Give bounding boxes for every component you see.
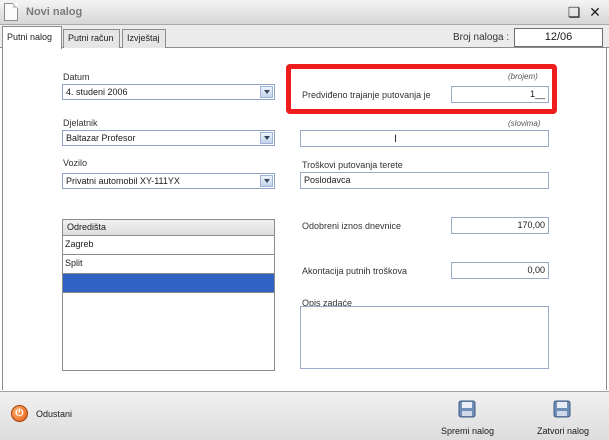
document-icon [4, 3, 18, 21]
floppy-disk-icon [553, 400, 571, 418]
costs-label: Troškovi putovanja terete [302, 160, 403, 170]
restore-icon[interactable]: ❏ [566, 4, 582, 20]
task-description-input[interactable] [300, 306, 549, 369]
date-picker[interactable]: 4. studeni 2006 [62, 84, 275, 100]
words-hint: (slovima) [508, 119, 541, 128]
chevron-down-icon[interactable] [260, 175, 273, 187]
employee-label: Djelatnik [63, 118, 98, 128]
floppy-disk-icon [458, 400, 476, 418]
close-order-label[interactable]: Zatvori nalog [537, 426, 589, 436]
tab-putni-nalog[interactable]: Putni nalog [2, 26, 62, 49]
window-title: Novi nalog [26, 6, 83, 18]
bottom-toolbar [0, 391, 609, 440]
duration-words-input[interactable] [300, 130, 549, 147]
advance-input[interactable]: 0,00 [451, 262, 549, 279]
text-cursor-icon: I [394, 133, 398, 145]
save-order-button[interactable] [457, 399, 477, 421]
costs-input[interactable]: Poslodavca [300, 172, 549, 189]
employee-select[interactable]: Baltazar Profesor [62, 130, 275, 146]
close-icon[interactable]: ✕ [587, 4, 603, 20]
order-number-value: 12/06 [514, 28, 603, 47]
date-label: Datum [63, 72, 90, 82]
title-bar [0, 0, 609, 25]
tab-izvjestaj[interactable]: Izvještaj [122, 29, 166, 48]
save-order-label[interactable]: Spremi nalog [441, 426, 494, 436]
tab-putni-racun[interactable]: Putni račun [63, 29, 120, 48]
power-icon[interactable]: ⏻ [11, 405, 28, 422]
employee-value: Baltazar Profesor [66, 133, 136, 143]
vehicle-select[interactable]: Privatni automobil XY-111YX [62, 173, 275, 189]
advance-label: Akontacija putnih troškova [302, 266, 408, 276]
list-item[interactable]: Zagreb [62, 236, 275, 255]
order-number-label: Broj naloga : [453, 32, 510, 43]
chevron-down-icon[interactable] [260, 86, 273, 98]
highlight-box [286, 64, 557, 114]
date-value: 4. studeni 2006 [66, 87, 128, 97]
close-order-button[interactable] [552, 399, 572, 421]
list-item-selected[interactable] [62, 274, 275, 293]
daily-allowance-label: Odobreni iznos dnevnice [302, 221, 402, 231]
chevron-down-icon[interactable] [260, 132, 273, 144]
list-item[interactable]: Split [62, 255, 275, 274]
cancel-button[interactable]: Odustani [36, 409, 72, 419]
vehicle-label: Vozilo [63, 158, 88, 168]
vehicle-value: Privatni automobil XY-111YX [66, 176, 180, 186]
daily-allowance-input[interactable]: 170,00 [451, 217, 549, 234]
destinations-header: Odredišta [62, 219, 275, 236]
